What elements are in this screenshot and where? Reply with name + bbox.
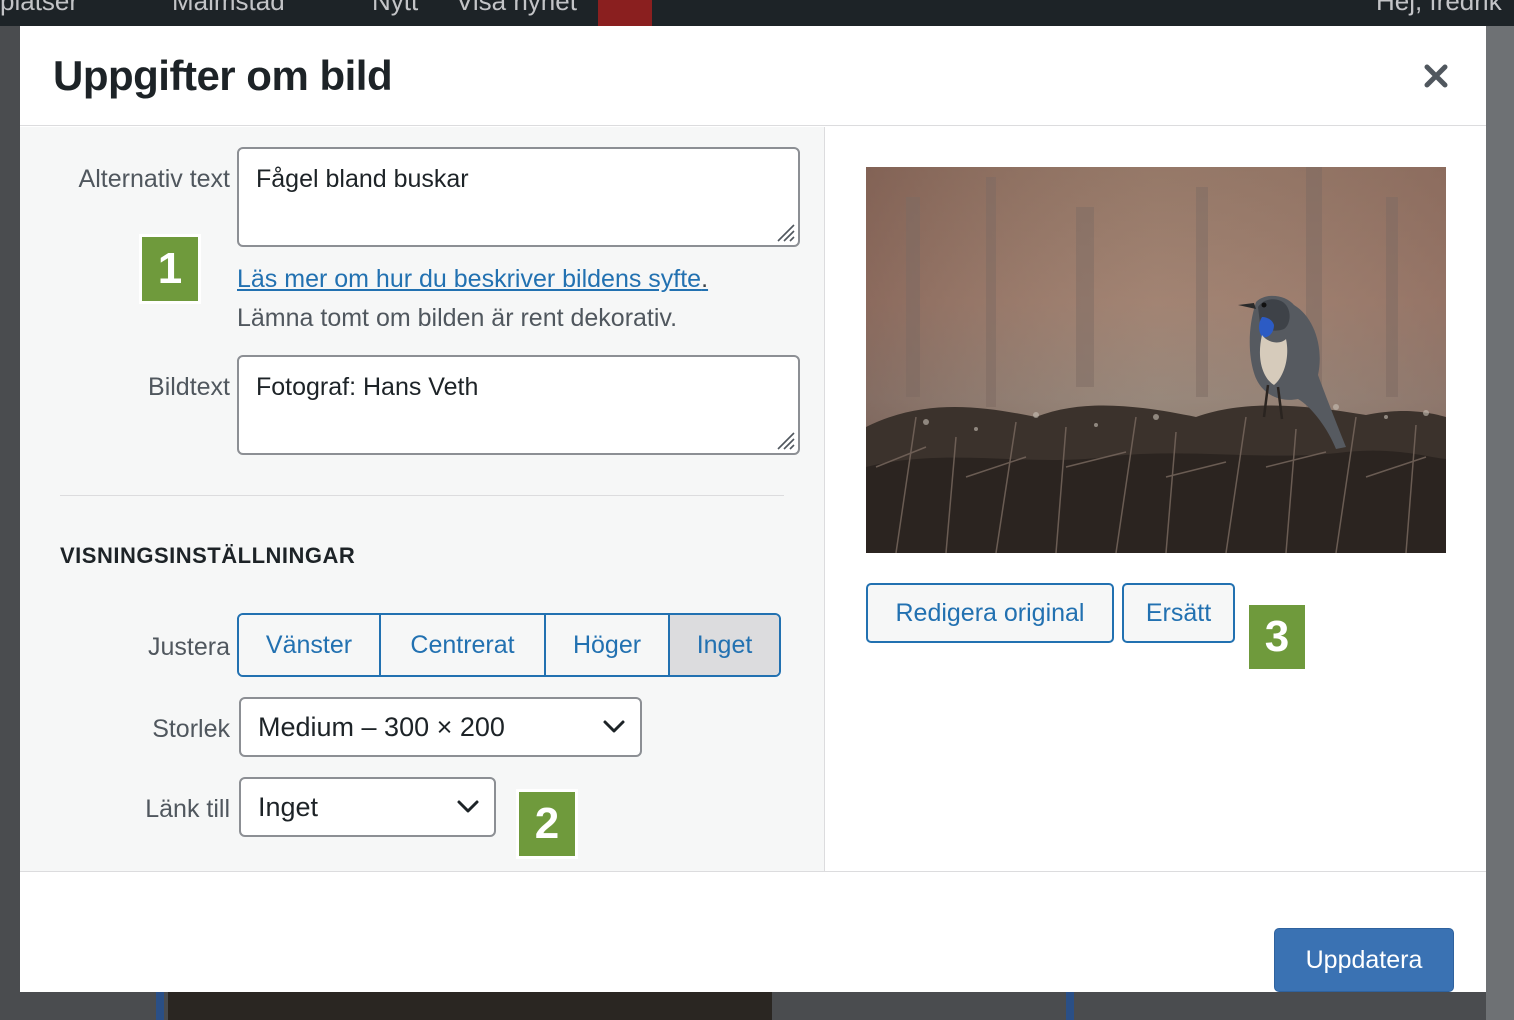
chevron-down-icon bbox=[603, 720, 625, 733]
admin-bar-item: Visa nyhet bbox=[456, 0, 577, 16]
close-icon-glyph bbox=[1424, 64, 1448, 88]
caption-value: Fotograf: Hans Veth bbox=[256, 373, 479, 401]
chevron-down-icon bbox=[457, 800, 479, 813]
section-divider bbox=[60, 495, 784, 496]
admin-bar-item: platser bbox=[0, 0, 79, 16]
background-block bbox=[156, 992, 164, 1020]
annotation-badge-1: 1 bbox=[139, 234, 201, 304]
alt-text-value: Fågel bland buskar bbox=[256, 165, 469, 193]
alt-text-label: Alternativ text bbox=[78, 165, 230, 193]
settings-pane: Alternativ text Fågel bland buskar Läs m… bbox=[20, 127, 825, 871]
modal-footer: Uppdatera bbox=[20, 871, 1486, 992]
admin-bar-item: Malmstad bbox=[172, 0, 285, 16]
modal-header: Uppgifter om bild bbox=[20, 26, 1486, 126]
alt-text-help-link[interactable]: Läs mer om hur du beskriver bildens syft… bbox=[237, 265, 701, 293]
display-settings-title: VISNINGSINSTÄLLNINGAR bbox=[60, 543, 356, 568]
align-none-button[interactable]: Inget bbox=[670, 615, 779, 675]
modal-title: Uppgifter om bild bbox=[53, 52, 393, 99]
alt-text-field[interactable]: Fågel bland buskar bbox=[237, 147, 800, 247]
image-details-modal: Uppgifter om bild Alternativ text Fågel … bbox=[20, 26, 1486, 992]
background-block bbox=[1066, 992, 1074, 1020]
close-icon[interactable] bbox=[1416, 56, 1456, 96]
bird-photo bbox=[866, 167, 1446, 553]
background-image bbox=[168, 992, 772, 1020]
notification-indicator bbox=[598, 0, 652, 26]
size-label: Storlek bbox=[152, 715, 230, 743]
align-left-button[interactable]: Vänster bbox=[239, 615, 381, 675]
update-button[interactable]: Uppdatera bbox=[1274, 928, 1454, 992]
link-to-label: Länk till bbox=[145, 795, 230, 823]
resize-grip-icon[interactable] bbox=[770, 425, 796, 451]
annotation-badge-2: 2 bbox=[516, 789, 578, 859]
page-overlay-right bbox=[1486, 26, 1514, 1020]
annotation-badge-3: 3 bbox=[1246, 602, 1308, 672]
alt-text-help-link-suffix: . bbox=[701, 265, 709, 293]
align-button-group: Vänster Centrerat Höger Inget bbox=[237, 613, 781, 677]
link-to-select-value: Inget bbox=[258, 791, 319, 822]
caption-label: Bildtext bbox=[148, 373, 230, 401]
caption-field[interactable]: Fotograf: Hans Veth bbox=[237, 355, 800, 455]
image-preview bbox=[866, 167, 1446, 553]
edit-original-button[interactable]: Redigera original bbox=[866, 583, 1114, 643]
alt-text-hint: Lämna tomt om bilden är rent dekorativ. bbox=[237, 304, 678, 332]
admin-bar-item: Nytt bbox=[372, 0, 419, 16]
replace-button[interactable]: Ersätt bbox=[1122, 583, 1235, 643]
resize-grip-icon[interactable] bbox=[770, 217, 796, 243]
alt-text-help-link-row: Läs mer om hur du beskriver bildens syft… bbox=[237, 265, 708, 294]
link-to-select[interactable]: Inget bbox=[239, 777, 496, 837]
admin-bar-greeting: Hej, fredrik bbox=[1376, 0, 1502, 16]
size-select[interactable]: Medium – 300 × 200 bbox=[239, 697, 642, 757]
align-right-button[interactable]: Höger bbox=[546, 615, 670, 675]
align-label: Justera bbox=[148, 633, 230, 661]
image-preview-pane: Redigera original Ersätt 3 bbox=[826, 127, 1486, 871]
admin-bar-background: platser Malmstad Nytt Visa nyhet Hej, fr… bbox=[0, 0, 1514, 26]
align-center-button[interactable]: Centrerat bbox=[381, 615, 546, 675]
size-select-value: Medium – 300 × 200 bbox=[258, 711, 505, 742]
